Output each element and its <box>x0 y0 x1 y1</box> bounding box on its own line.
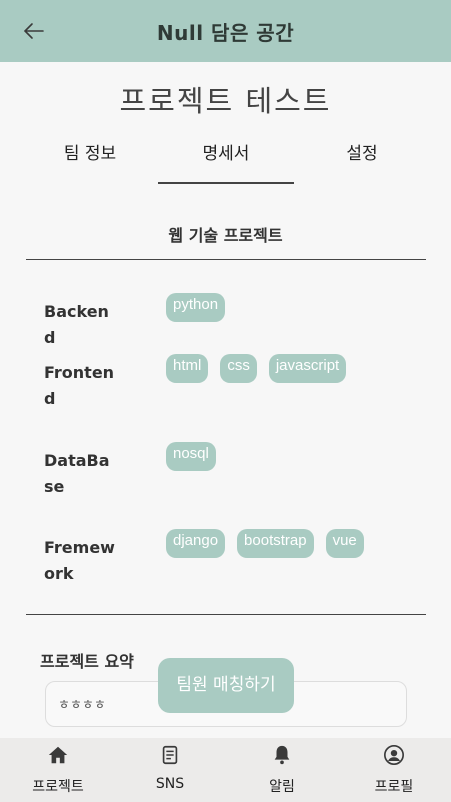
bottom-nav: 프로젝트 SNS 알림 프로필 <box>0 738 451 802</box>
tech-chip: html <box>166 354 209 383</box>
divider <box>26 259 426 260</box>
spec-chips-framework: django bootstrap vue <box>166 529 364 558</box>
project-title: 프로젝트 테스트 <box>119 84 332 118</box>
nav-label: 알림 <box>269 779 295 795</box>
tech-chip: nosql <box>166 442 216 471</box>
spec-row-label-frontend: Frontend <box>44 363 115 408</box>
spec-row-label-framework: Fremework <box>44 538 115 583</box>
bell-icon <box>274 745 290 765</box>
document-icon <box>162 745 178 765</box>
profile-icon <box>384 745 404 765</box>
tab-settings[interactable]: 설정 <box>294 140 430 184</box>
tech-chip: vue <box>325 529 364 558</box>
tech-chip: javascript <box>268 354 347 383</box>
nav-label: 프로필 <box>374 779 414 795</box>
tab-team-info[interactable]: 팀 정보 <box>22 140 158 184</box>
team-match-button[interactable]: 팀원 매칭하기 <box>158 658 294 713</box>
nav-item-notifications[interactable]: 알림 <box>226 738 338 802</box>
tech-chip: bootstrap <box>237 529 314 558</box>
app-bar: Null 담은 공간 <box>0 0 451 62</box>
tab-spec[interactable]: 명세서 <box>158 140 294 184</box>
tab-bar: 팀 정보 명세서 설정 <box>22 140 430 184</box>
spec-chips-backend: python <box>166 293 226 322</box>
tech-chip: django <box>166 529 226 558</box>
nav-item-project[interactable]: 프로젝트 <box>2 738 114 802</box>
tech-chip: css <box>220 354 257 383</box>
spec-heading: 웹 기술 프로젝트 <box>168 226 283 245</box>
spec-chips-database: nosql <box>166 442 216 471</box>
home-icon <box>48 746 68 764</box>
spec-row-label-backend: Backend <box>44 302 109 347</box>
nav-item-profile[interactable]: 프로필 <box>338 738 450 802</box>
tech-chip: python <box>166 293 226 322</box>
nav-item-sns[interactable]: SNS <box>114 738 226 802</box>
app-title: Null 담은 공간 <box>156 21 295 45</box>
divider <box>26 614 426 615</box>
nav-label: 프로젝트 <box>32 779 84 795</box>
spec-row-label-database: DataBase <box>44 451 110 496</box>
summary-label: 프로젝트 요약 <box>40 652 134 671</box>
spec-chips-frontend: html css javascript <box>166 354 347 383</box>
nav-label: SNS <box>155 776 185 792</box>
